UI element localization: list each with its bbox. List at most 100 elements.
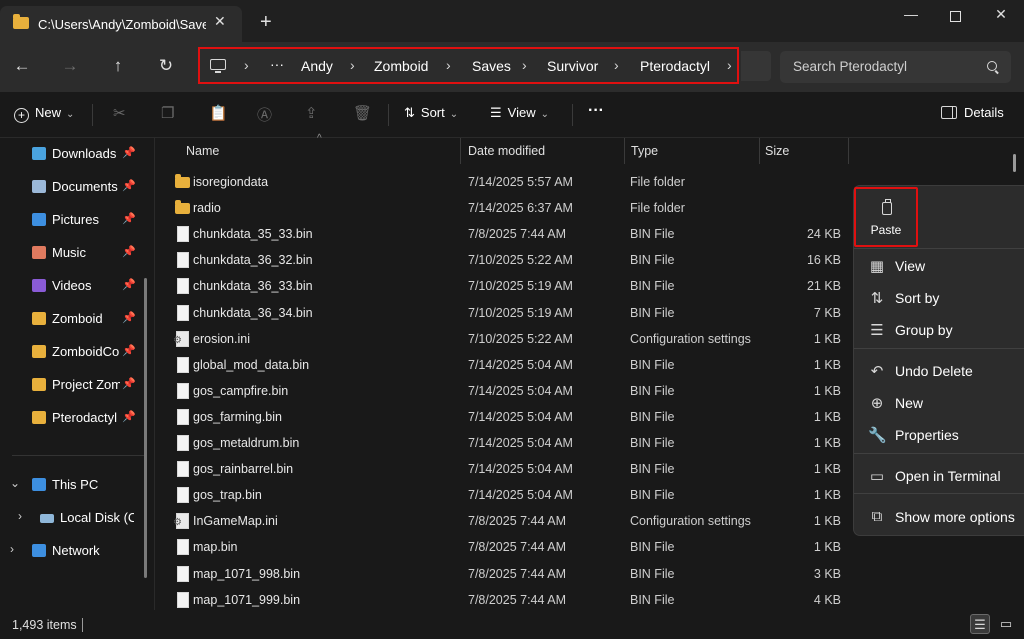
pin-icon[interactable]: 📌 <box>122 245 136 258</box>
file-row[interactable]: gos_trap.bin 7/14/2025 5:04 AM BIN File 1 K… <box>155 482 855 508</box>
this-pc-icon[interactable] <box>210 59 226 73</box>
paste-icon[interactable]: 📋 <box>209 104 228 122</box>
file-row[interactable]: map_1071_998.bin 7/8/2025 7:44 AM BIN File… <box>155 561 855 587</box>
view-button[interactable]: ☰ View ⌄ <box>490 105 549 121</box>
chevron-down-icon[interactable]: ⌄ <box>10 476 20 490</box>
sidebar-item-downloads[interactable]: Downloads 📌 <box>0 141 154 167</box>
chevron-right-icon[interactable]: › <box>522 57 527 73</box>
file-row[interactable]: chunkdata_36_32.bin 7/10/2025 5:22 AM BIN … <box>155 247 855 273</box>
column-divider[interactable] <box>848 138 849 164</box>
sidebar-item-local-disk[interactable]: › Local Disk (C:) <box>0 505 154 531</box>
breadcrumb-overflow[interactable]: ··· <box>270 56 284 72</box>
folder-icon <box>32 411 46 424</box>
menu-item-sort-by[interactable]: ⇅ Sort by <box>854 283 1024 313</box>
file-row[interactable]: gos_farming.bin 7/14/2025 5:04 AM BIN File… <box>155 404 855 430</box>
see-more-button[interactable]: ··· <box>588 102 604 120</box>
menu-item-new[interactable]: ⊕ New <box>854 388 1024 418</box>
file-row[interactable]: InGameMap.ini 7/8/2025 7:44 AM Configurati… <box>155 508 855 534</box>
sidebar-scrollbar[interactable] <box>144 278 147 578</box>
address-bar-dropdown[interactable] <box>741 51 771 81</box>
tab-close-icon[interactable]: ✕ <box>214 13 226 30</box>
sidebar-item-zomboidconfig[interactable]: ZomboidConfig📌 <box>0 339 154 365</box>
sidebar-item-zomboid[interactable]: Zomboid 📌 <box>0 306 154 332</box>
paste-button[interactable]: Paste <box>854 187 918 247</box>
minimize-button[interactable]: — <box>888 6 934 28</box>
sidebar-item-pterodactyl[interactable]: Pterodactyl 📌 <box>0 405 154 431</box>
pin-icon[interactable]: 📌 <box>122 146 136 159</box>
chevron-right-icon[interactable]: › <box>10 542 14 556</box>
pin-icon[interactable]: 📌 <box>122 278 136 291</box>
rename-icon[interactable]: Ⓐ <box>257 104 272 125</box>
new-tab-button[interactable]: + <box>260 12 272 32</box>
breadcrumb-zomboid[interactable]: Zomboid <box>374 58 428 74</box>
copy-icon[interactable]: ❐ <box>161 104 174 122</box>
menu-item-undo-delete[interactable]: ↶ Undo Delete <box>854 356 1024 386</box>
file-row[interactable]: isoregiondata 7/14/2025 5:57 AM File folde… <box>155 169 855 195</box>
column-header-name[interactable]: ^ Name <box>155 133 460 164</box>
breadcrumb-andy[interactable]: Andy <box>301 58 333 74</box>
file-row[interactable]: map_1071_999.bin 7/8/2025 7:44 AM BIN File… <box>155 587 855 613</box>
terminal-icon: ▭ <box>869 468 885 485</box>
pin-icon[interactable]: 📌 <box>122 344 136 357</box>
details-view-button[interactable]: ☰ <box>970 614 990 634</box>
sidebar-item-project-zomboid[interactable]: Project Zomboid📌 <box>0 372 154 398</box>
breadcrumb-pterodactyl[interactable]: Pterodactyl <box>640 58 710 74</box>
menu-item-open-in-terminal[interactable]: ▭ Open in Terminal <box>854 461 1024 491</box>
sort-button[interactable]: ⇅ Sort ⌄ <box>404 105 458 121</box>
menu-item-show-more-options[interactable]: ⧉ Show more options <box>854 502 1024 532</box>
sidebar-item-music[interactable]: Music 📌 <box>0 240 154 266</box>
new-button[interactable]: + New ⌄ <box>14 105 74 123</box>
share-icon[interactable]: ⇪ <box>305 104 318 122</box>
search-input[interactable]: Search Pterodactyl <box>793 59 907 74</box>
sidebar-item-this-pc[interactable]: ⌄ This PC <box>0 472 154 498</box>
pin-icon[interactable]: 📌 <box>122 410 136 423</box>
chevron-right-icon[interactable]: › <box>446 57 451 73</box>
sidebar-item-videos[interactable]: Videos 📌 <box>0 273 154 299</box>
back-button[interactable]: ← <box>7 54 37 78</box>
pin-icon[interactable]: 📌 <box>122 311 136 324</box>
file-row[interactable]: map.bin 7/8/2025 7:44 AM BIN File 1 KB <box>155 534 855 560</box>
up-button[interactable]: ↑ <box>103 54 133 78</box>
details-pane-button[interactable]: Details <box>941 105 1004 120</box>
file-row[interactable]: global_mod_data.bin 7/14/2025 5:04 AM BIN … <box>155 352 855 378</box>
address-bar[interactable]: › ··· Andy › Zomboid › Saves › Survivor … <box>198 47 739 84</box>
sidebar-item-documents[interactable]: Documents 📌 <box>0 174 154 200</box>
forward-button[interactable]: → <box>55 54 85 78</box>
close-window-button[interactable]: ✕ <box>978 6 1024 28</box>
file-row[interactable]: gos_metaldrum.bin 7/14/2025 5:04 AM BIN Fi… <box>155 430 855 456</box>
pin-icon[interactable]: 📌 <box>122 377 136 390</box>
file-row[interactable]: chunkdata_35_33.bin 7/8/2025 7:44 AM BIN F… <box>155 221 855 247</box>
chevron-right-icon[interactable]: › <box>350 57 355 73</box>
file-row[interactable]: radio 7/14/2025 6:37 AM File folder <box>155 195 855 221</box>
delete-icon[interactable]: 🗑 <box>353 104 372 122</box>
menu-item-view[interactable]: ▦ View <box>854 251 1024 281</box>
file-row[interactable]: chunkdata_36_34.bin 7/10/2025 5:19 AM BIN … <box>155 300 855 326</box>
sidebar-item-pictures[interactable]: Pictures 📌 <box>0 207 154 233</box>
breadcrumb-survivor[interactable]: Survivor <box>547 58 598 74</box>
maximize-button[interactable] <box>932 6 978 28</box>
pin-icon[interactable]: 📌 <box>122 179 136 192</box>
file-list-scrollbar[interactable] <box>1013 154 1016 172</box>
chevron-right-icon[interactable]: › <box>727 57 732 73</box>
chevron-right-icon[interactable]: › <box>614 57 619 73</box>
cut-icon[interactable]: ✂ <box>113 104 126 122</box>
pin-icon[interactable]: 📌 <box>122 212 136 225</box>
tiles-view-button[interactable]: ▭ <box>996 614 1016 634</box>
file-row[interactable]: gos_campfire.bin 7/14/2025 5:04 AM BIN Fil… <box>155 378 855 404</box>
column-header-type[interactable]: Type <box>625 138 759 164</box>
breadcrumb-saves[interactable]: Saves <box>472 58 511 74</box>
refresh-button[interactable]: ↻ <box>151 54 181 78</box>
file-row[interactable]: erosion.ini 7/10/2025 5:22 AM Configuratio… <box>155 326 855 352</box>
sidebar-item-network[interactable]: › Network <box>0 538 154 564</box>
folder-icon <box>32 378 46 391</box>
menu-item-properties[interactable]: 🔧 Properties <box>854 420 1024 450</box>
window-tab[interactable]: C:\Users\Andy\Zomboid\Saves ✕ <box>0 6 242 42</box>
search-box[interactable]: Search Pterodactyl <box>780 51 1011 83</box>
file-row[interactable]: chunkdata_36_33.bin 7/10/2025 5:19 AM BIN … <box>155 273 855 299</box>
chevron-right-icon[interactable]: › <box>18 509 22 523</box>
menu-item-group-by[interactable]: ☰ Group by <box>854 315 1024 345</box>
chevron-right-icon[interactable]: › <box>244 57 249 73</box>
column-header-date[interactable]: Date modified <box>461 138 624 164</box>
column-header-size[interactable]: Size <box>760 138 848 164</box>
file-row[interactable]: gos_rainbarrel.bin 7/14/2025 5:04 AM BIN F… <box>155 456 855 482</box>
